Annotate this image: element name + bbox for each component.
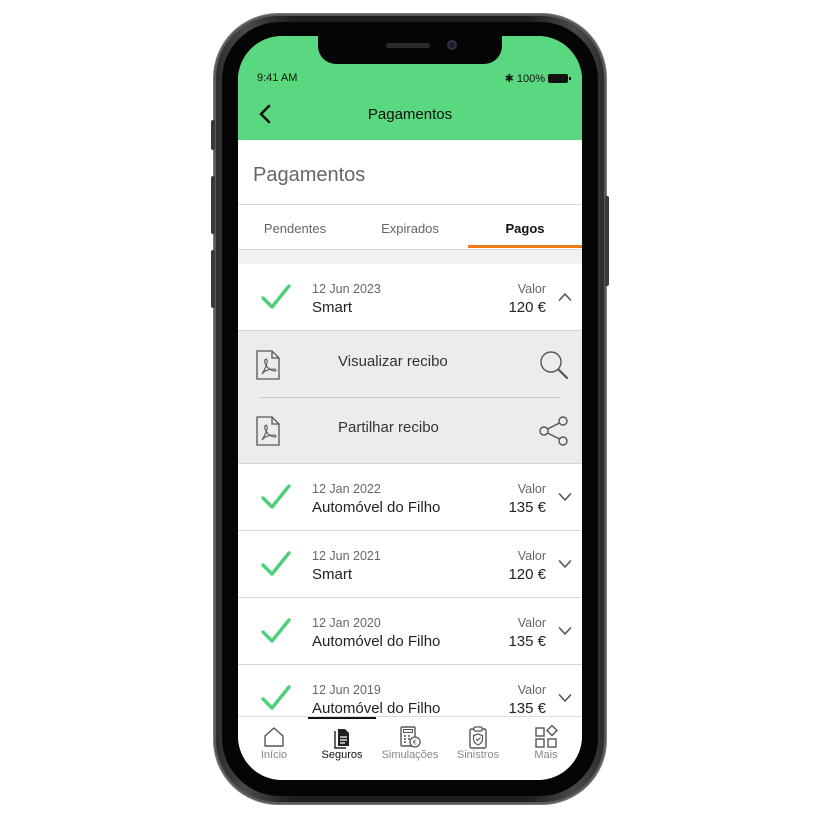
chevron-down-icon[interactable] (558, 624, 572, 638)
value-label: Valor (517, 549, 546, 563)
payment-name: Automóvel do Filho (312, 700, 441, 717)
clipboard-shield-icon (469, 726, 487, 749)
nav-label: Seguros (321, 749, 363, 761)
nav-item-seguros[interactable]: Seguros (308, 725, 376, 761)
status-right: ✱ 100% (504, 72, 571, 85)
list-item[interactable]: 12 Jun 2023 Smart Valor 120 € (238, 264, 582, 331)
battery-icon (548, 74, 571, 83)
volume-up-button (211, 176, 215, 234)
nav-item-simulacoes[interactable]: € Simulações (376, 725, 444, 761)
payment-name: Automóvel do Filho (312, 499, 441, 516)
tab-expirados[interactable]: Expirados (353, 205, 467, 249)
share-icon (539, 416, 568, 446)
list-item[interactable]: 12 Jan 2022 Automóvel do Filho Valor 135… (238, 464, 582, 531)
list-item[interactable]: 12 Jun 2021 Smart Valor 120 € (238, 531, 582, 598)
payment-name: Automóvel do Filho (312, 633, 441, 650)
payment-name: Smart (312, 566, 353, 583)
volume-down-button (211, 250, 215, 308)
receipt-actions: Visualizar recibo Partilhar recibo (238, 331, 582, 464)
nav-label: Mais (534, 749, 558, 761)
payment-value: 135 € (508, 700, 546, 717)
value-label: Valor (517, 482, 546, 496)
payment-date: 12 Jun 2021 (312, 549, 381, 563)
documents-icon (334, 729, 349, 749)
home-icon (264, 727, 284, 747)
payment-date: 12 Jan 2022 (312, 482, 381, 496)
view-receipt-action[interactable]: Visualizar recibo (238, 331, 582, 397)
tabs: Pendentes Expirados Pagos (238, 204, 582, 250)
payment-value: 135 € (508, 499, 546, 516)
svg-text:€: € (413, 739, 417, 747)
value-label: Valor (517, 282, 546, 296)
chevron-up-icon[interactable] (558, 290, 572, 304)
pdf-icon (256, 350, 280, 380)
battery-percent: 100% (516, 72, 545, 85)
page-title: Pagamentos (253, 164, 366, 186)
payment-name: Smart (312, 299, 353, 316)
nav-item-sinistros[interactable]: Sinistros (444, 725, 512, 761)
chevron-down-icon[interactable] (558, 557, 572, 571)
active-nav-indicator (308, 717, 376, 719)
calculator-icon: € (400, 726, 421, 748)
check-icon (261, 551, 291, 576)
view-receipt-label: Visualizar recibo (338, 353, 448, 370)
pdf-icon (256, 416, 280, 446)
mute-switch (211, 120, 215, 150)
check-icon (261, 618, 291, 643)
value-label: Valor (517, 616, 546, 630)
payment-date: 12 Jun 2019 (312, 683, 381, 697)
payment-value: 120 € (508, 299, 546, 316)
notch (318, 36, 502, 64)
app-screen: 9:41 AM ✱ 100% Pagamentos Pagamentos Pen… (238, 36, 582, 780)
tab-pendentes[interactable]: Pendentes (238, 205, 352, 249)
speaker (386, 43, 430, 48)
list-item[interactable]: 12 Jan 2020 Automóvel do Filho Valor 135… (238, 598, 582, 665)
status-time: 9:41 AM (257, 72, 298, 84)
bluetooth-icon: ✱ (504, 73, 514, 85)
nav-label: Simulações (381, 749, 439, 761)
chevron-down-icon[interactable] (558, 490, 572, 504)
check-icon (261, 484, 291, 509)
magnifier-icon (540, 351, 569, 380)
payment-date: 12 Jan 2020 (312, 616, 381, 630)
camera (447, 40, 457, 50)
value-label: Valor (517, 683, 546, 697)
list-top-spacer (238, 250, 582, 264)
nav-label: Início (260, 749, 288, 761)
nav-title: Pagamentos (367, 106, 453, 123)
nav-label: Sinistros (456, 749, 500, 761)
nav-item-inicio[interactable]: Início (240, 725, 308, 761)
payments-list: 12 Jun 2023 Smart Valor 120 € Visualizar… (238, 264, 582, 732)
power-button (605, 196, 609, 286)
payment-value: 120 € (508, 566, 546, 583)
tab-pagos[interactable]: Pagos (468, 205, 582, 249)
share-receipt-label: Partilhar recibo (338, 419, 439, 436)
check-icon (261, 685, 291, 710)
payment-value: 135 € (508, 633, 546, 650)
share-receipt-action[interactable]: Partilhar recibo (238, 397, 582, 463)
active-tab-indicator (468, 245, 582, 248)
payment-date: 12 Jun 2023 (312, 282, 381, 296)
grid-icon (535, 725, 558, 748)
nav-item-mais[interactable]: Mais (512, 725, 580, 761)
bottom-nav: Início Seguros € Simulações Sinistros Ma… (238, 716, 582, 780)
check-icon (261, 284, 291, 309)
chevron-down-icon[interactable] (558, 691, 572, 705)
